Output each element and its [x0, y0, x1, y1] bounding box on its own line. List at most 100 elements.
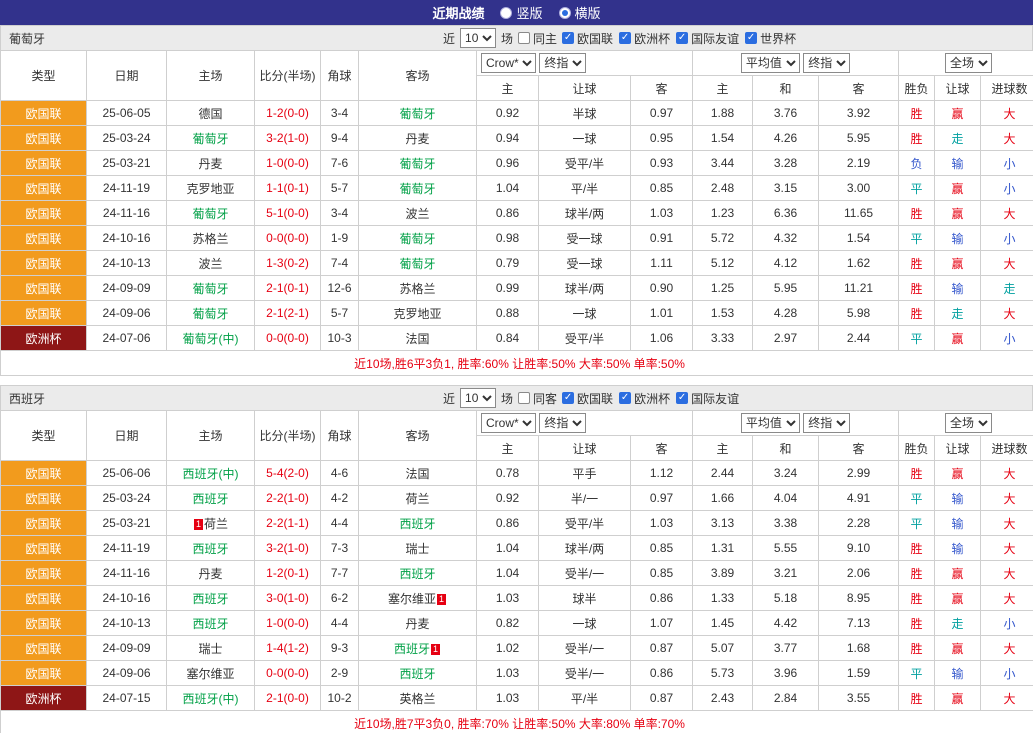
team-label: 西班牙 — [192, 542, 228, 556]
team-label: 瑞士 — [198, 642, 222, 656]
corners-cell: 3-4 — [321, 201, 359, 226]
team-label: 波兰 — [198, 257, 222, 271]
subheader-avg-away: 客 — [819, 76, 899, 101]
team-label: 英格兰 — [399, 692, 435, 706]
handicap-result-cell: 赢 — [935, 326, 981, 351]
league-filter[interactable]: ✓欧国联 — [562, 30, 613, 47]
col-header-corners: 角球 — [321, 51, 359, 101]
league-cell: 欧国联 — [1, 611, 87, 636]
final-index-select-2[interactable]: 终指 — [803, 413, 850, 433]
corners-cell: 4-6 — [321, 461, 359, 486]
checkbox-checked-icon[interactable]: ✓ — [562, 32, 574, 44]
average-select-group: 平均值 终指 — [693, 51, 899, 76]
results-tbody: 欧国联25-06-05德国1-2(0-0)3-4葡萄牙0.92半球0.971.8… — [1, 101, 1033, 351]
table-row: 欧国联25-03-211荷兰2-2(1-1)4-4西班牙0.86受平/半1.03… — [1, 511, 1033, 536]
red-card-icon: 1 — [431, 644, 440, 655]
checkbox-checked-icon[interactable]: ✓ — [619, 32, 631, 44]
table-row: 欧国联25-06-06西班牙(中)5-4(2-0)4-6法国0.78平手1.12… — [1, 461, 1033, 486]
fulltime-select[interactable]: 全场 — [945, 53, 992, 73]
league-filter[interactable]: ✓国际友谊 — [676, 30, 739, 47]
handicap-cell: 平手 — [539, 461, 631, 486]
final-index-select-2[interactable]: 终指 — [803, 53, 850, 73]
team-label: 葡萄牙 — [399, 107, 435, 121]
same-side-filter[interactable]: 同主 — [518, 30, 557, 47]
winlose-cell: 平 — [899, 176, 935, 201]
corners-cell: 7-6 — [321, 151, 359, 176]
avg-draw-cell: 3.77 — [753, 636, 819, 661]
handicap-result-cell: 赢 — [935, 686, 981, 711]
corners-cell: 3-4 — [321, 101, 359, 126]
handicap-cell: 平/半 — [539, 176, 631, 201]
league-cell: 欧国联 — [1, 536, 87, 561]
avg-home-cell: 1.45 — [693, 611, 753, 636]
layout-horizontal-option[interactable]: 横版 — [559, 3, 601, 22]
final-index-select[interactable]: 终指 — [539, 53, 586, 73]
league-filter[interactable]: ✓欧洲杯 — [619, 30, 670, 47]
final-index-select[interactable]: 终指 — [539, 413, 586, 433]
checkbox-checked-icon[interactable]: ✓ — [676, 32, 688, 44]
checkbox-unchecked-icon[interactable] — [518, 32, 530, 44]
odds-home-cell: 0.99 — [477, 276, 539, 301]
filter-bar: 近 10 场 同客 ✓欧国联✓欧洲杯✓国际友谊 — [443, 388, 739, 408]
radio-unselected-icon[interactable] — [500, 7, 512, 19]
subheader-odds-away: 客 — [631, 76, 693, 101]
fulltime-select-group: 全场 — [899, 51, 1033, 76]
col-header-home: 主场 — [167, 51, 255, 101]
checkbox-checked-icon[interactable]: ✓ — [745, 32, 757, 44]
winlose-cell: 胜 — [899, 686, 935, 711]
league-filters: ✓欧国联 ✓欧洲杯 ✓国际友谊 ✓世界杯 — [562, 30, 796, 47]
team-label: 丹麦 — [405, 617, 429, 631]
checkbox-checked-icon[interactable]: ✓ — [619, 392, 631, 404]
league-cell: 欧国联 — [1, 636, 87, 661]
odds-source-select[interactable]: Crow* — [481, 53, 536, 73]
avg-home-cell: 1.54 — [693, 126, 753, 151]
goals-result-cell: 小 — [981, 661, 1033, 686]
same-side-filter[interactable]: 同客 — [518, 390, 557, 407]
avg-home-cell: 5.07 — [693, 636, 753, 661]
avg-home-cell: 3.89 — [693, 561, 753, 586]
away-team-cell: 法国 — [359, 461, 477, 486]
handicap-result-cell: 走 — [935, 301, 981, 326]
avg-draw-cell: 4.28 — [753, 301, 819, 326]
subheader-avg-home: 主 — [693, 436, 753, 461]
recent-count-select[interactable]: 10 — [460, 388, 496, 408]
goals-result-cell: 小 — [981, 226, 1033, 251]
score-cell: 1-0(0-0) — [255, 151, 321, 176]
odds-home-cell: 0.88 — [477, 301, 539, 326]
layout-vertical-option[interactable]: 竖版 — [500, 3, 542, 22]
avg-away-cell: 8.95 — [819, 586, 899, 611]
avg-away-cell: 3.00 — [819, 176, 899, 201]
checkbox-unchecked-icon[interactable] — [518, 392, 530, 404]
checkbox-checked-icon[interactable]: ✓ — [562, 392, 574, 404]
date-cell: 25-06-05 — [87, 101, 167, 126]
corners-cell: 10-3 — [321, 326, 359, 351]
average-select[interactable]: 平均值 — [741, 53, 800, 73]
handicap-cell: 受半/一 — [539, 561, 631, 586]
team-label: 葡萄牙 — [399, 257, 435, 271]
radio-selected-icon[interactable] — [559, 7, 571, 19]
odds-source-select[interactable]: Crow* — [481, 413, 536, 433]
goals-result-cell: 大 — [981, 251, 1033, 276]
odds-select-group: Crow* 终指 — [477, 411, 693, 436]
team-label: 塞尔维亚 — [388, 592, 436, 606]
odds-home-cell: 0.92 — [477, 101, 539, 126]
table-row: 欧国联24-10-16苏格兰0-0(0-0)1-9葡萄牙0.98受一球0.915… — [1, 226, 1033, 251]
odds-home-cell: 0.79 — [477, 251, 539, 276]
league-filter[interactable]: ✓欧洲杯 — [619, 390, 670, 407]
league-filter[interactable]: ✓国际友谊 — [676, 390, 739, 407]
league-cell: 欧国联 — [1, 226, 87, 251]
recent-count-select[interactable]: 10 — [460, 28, 496, 48]
average-select[interactable]: 平均值 — [741, 413, 800, 433]
date-cell: 24-07-15 — [87, 686, 167, 711]
odds-home-cell: 0.92 — [477, 486, 539, 511]
score-cell: 1-1(0-1) — [255, 176, 321, 201]
home-team-cell: 西班牙(中) — [167, 461, 255, 486]
odds-home-cell: 0.84 — [477, 326, 539, 351]
checkbox-checked-icon[interactable]: ✓ — [676, 392, 688, 404]
avg-home-cell: 5.12 — [693, 251, 753, 276]
league-filter[interactable]: ✓世界杯 — [745, 30, 796, 47]
league-filter-label: 欧国联 — [577, 390, 613, 407]
league-filter[interactable]: ✓欧国联 — [562, 390, 613, 407]
date-cell: 24-11-19 — [87, 536, 167, 561]
fulltime-select[interactable]: 全场 — [945, 413, 992, 433]
